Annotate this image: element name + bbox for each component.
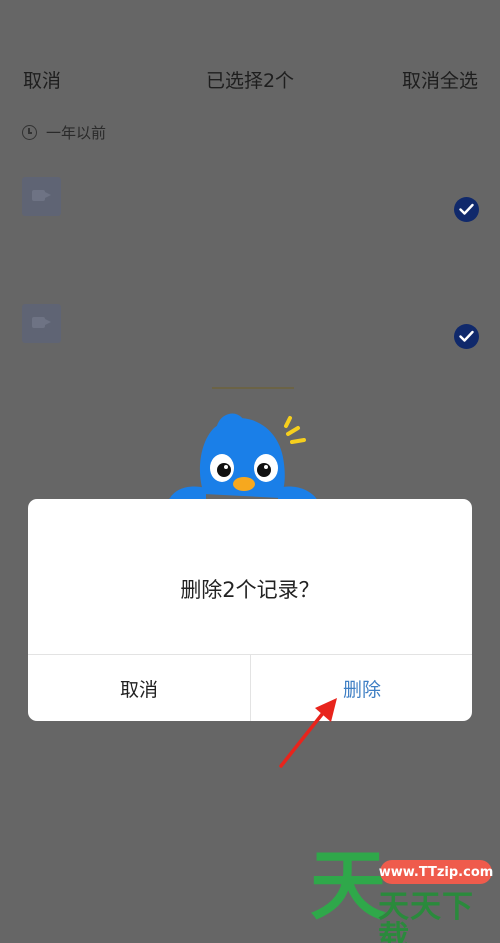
dialog-cancel-button[interactable]: 取消	[28, 655, 250, 721]
watermark-logo: 天 www.TTzip.com 天天下载	[310, 848, 500, 943]
section-label: 一年以前	[46, 123, 107, 142]
red-arrow-icon	[279, 698, 337, 768]
video-camera-icon	[32, 317, 51, 328]
clock-icon	[22, 124, 37, 140]
watermark-text: 天天下载	[378, 889, 474, 943]
deselect-all-button[interactable]: 取消全选	[402, 66, 478, 93]
delete-confirm-dialog: 删除2个记录？ 取消 删除	[28, 499, 472, 721]
list-item[interactable]	[0, 304, 500, 394]
video-camera-icon	[32, 190, 51, 201]
top-bar: 取消 已选择2个 取消全选	[0, 58, 500, 102]
video-thumbnail	[22, 304, 61, 343]
watermark-url: www.TTzip.com	[379, 860, 493, 884]
divider	[212, 387, 294, 389]
watermark-big-char: 天	[310, 841, 386, 930]
selected-check-icon[interactable]	[454, 197, 479, 222]
list-item[interactable]	[0, 177, 500, 267]
dialog-message: 删除2个记录？	[180, 578, 320, 602]
section-header: 一年以前	[22, 122, 106, 142]
selected-check-icon[interactable]	[454, 324, 479, 349]
video-thumbnail	[22, 177, 61, 216]
